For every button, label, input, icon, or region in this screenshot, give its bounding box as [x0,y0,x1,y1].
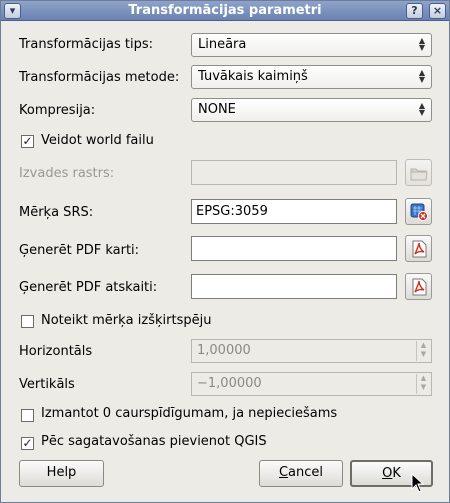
output-raster-field [191,160,397,185]
ok-label-rest: K [392,466,401,481]
target-srs-label: Mērķa SRS: [19,205,94,220]
ok-mnemonic: O [382,466,393,481]
world-file-label: Veidot world failu [41,133,154,148]
horizontal-spinbox: 1,00000 ▲ ▼ [191,339,432,363]
pdf-file-icon [412,240,427,258]
close-button[interactable]: × [429,3,446,19]
output-raster-label: Izvades rastrs: [19,166,115,181]
pdf-report-field[interactable] [191,274,397,299]
load-in-qgis-label: Pēc sagatavošanas pievienot QGIS [41,434,267,449]
horizontal-label: Horizontāls [19,344,93,359]
compression-select[interactable]: NONE ▲ ▼ [191,98,432,122]
combo-arrows-icon: ▲ ▼ [418,36,426,52]
zero-transparency-label: Izmantot 0 caurspīdīgumam, ja nepiecieša… [41,406,338,421]
transform-method-value: Tuvākais kaimiņš [198,69,308,84]
transform-method-select[interactable]: Tuvākais kaimiņš ▲ ▼ [191,65,432,89]
cancel-mnemonic: C [278,465,289,480]
window-title: Transformācijas parametri [128,3,322,18]
set-resolution-checkbox[interactable] [21,315,34,328]
projection-globe-icon [410,203,428,221]
dialog-window: ▾ Transformācijas parametri ? × Transfor… [0,0,450,503]
load-in-qgis-checkbox[interactable]: ✓ [21,437,34,450]
pdf-map-label: Ģenerēt PDF karti: [19,243,140,258]
set-resolution-label: Noteikt mērķa izšķirtspēju [41,313,212,328]
transform-type-value: Lineāra [198,37,247,52]
vertical-value: −1,00000 [197,376,262,391]
transform-type-label: Transformācijas tips: [19,37,153,52]
spin-arrows-icon: ▲ ▼ [416,374,430,394]
vertical-label: Vertikāls [19,377,75,392]
cancel-label-rest: ancel [288,465,324,480]
zero-transparency-checkbox[interactable] [21,409,34,422]
select-srs-button[interactable] [405,198,432,225]
combo-arrows-icon: ▲ ▼ [418,101,426,117]
horizontal-value: 1,00000 [197,343,251,358]
spin-arrows-icon: ▲ ▼ [416,341,430,361]
help-button[interactable]: Help [19,460,104,487]
compression-label: Kompresija: [19,103,96,118]
pdf-report-browse-button[interactable] [405,273,432,300]
vertical-spinbox: −1,00000 ▲ ▼ [191,372,432,396]
combo-arrows-icon: ▲ ▼ [418,68,426,84]
browse-folder-button [405,159,432,186]
folder-icon [410,168,428,181]
transform-type-select[interactable]: Lineāra ▲ ▼ [191,33,432,57]
cancel-button[interactable]: Cancel [259,460,343,487]
transform-method-label: Transformācijas metode: [19,70,180,85]
target-srs-field[interactable]: EPSG:3059 [191,199,397,224]
help-title-button[interactable]: ? [406,3,423,19]
title-bar[interactable]: ▾ Transformācijas parametri ? × [1,1,449,21]
pdf-report-label: Ģenerēt PDF atskaiti: [19,280,158,295]
pdf-file-icon [412,278,427,296]
pdf-map-field[interactable] [191,236,397,261]
compression-value: NONE [198,102,236,117]
world-file-checkbox[interactable]: ✓ [21,135,34,148]
pdf-map-browse-button[interactable] [405,235,432,262]
mouse-pointer-icon [411,473,425,493]
